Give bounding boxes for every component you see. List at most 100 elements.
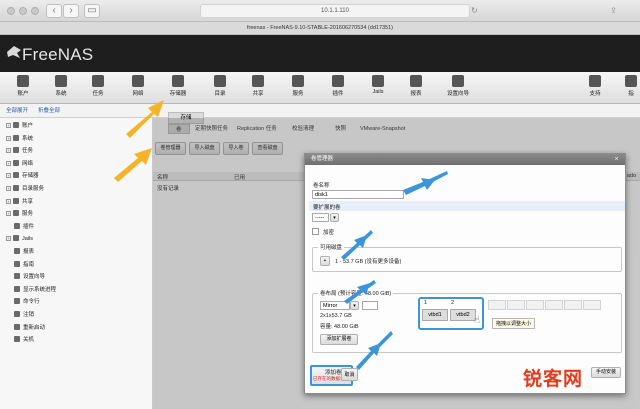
- puzzle-icon: [332, 75, 344, 87]
- encrypt-checkbox[interactable]: [312, 228, 319, 235]
- toolbar-item-label: 设置向导: [446, 91, 469, 97]
- chevron-down-icon[interactable]: ▾: [330, 213, 339, 222]
- close-icon[interactable]: ×: [612, 155, 621, 164]
- sidebar-item-10[interactable]: 报表: [14, 248, 34, 256]
- toolbar-right-item-1[interactable]: 指: [622, 74, 640, 102]
- sidebar-item-label: 网络: [22, 160, 34, 167]
- expand-icon[interactable]: +: [6, 135, 11, 141]
- expand-all-link[interactable]: 全部展开: [6, 106, 28, 114]
- sidebar-item-16[interactable]: 重新启动: [14, 323, 46, 332]
- expand-icon[interactable]: +: [6, 173, 11, 179]
- share-icon: [252, 75, 264, 87]
- sidebar-item-label: 账户: [22, 123, 34, 129]
- annotation-arrow-disks-icon: [341, 230, 373, 260]
- minimize-window-icon[interactable]: [19, 7, 27, 15]
- forward-icon[interactable]: ›: [63, 4, 79, 18]
- sidebar-item-12[interactable]: 设置向导: [14, 273, 45, 281]
- add-volume-label: 添加卷: [325, 370, 342, 376]
- wrench-icon: [589, 75, 601, 87]
- sidebar-icon[interactable]: ▭: [84, 4, 100, 18]
- toolbar-item-10[interactable]: 报表: [398, 74, 434, 102]
- sidebar-item-4[interactable]: + 存储器: [6, 172, 39, 180]
- drag-handle-icon[interactable]: ☝: [474, 315, 480, 326]
- sidebar-item-2[interactable]: + 任务: [6, 147, 33, 155]
- sidebar-item-label: 插件: [23, 223, 35, 230]
- toolbar-item-5[interactable]: 目录: [202, 74, 238, 102]
- annotation-arrow-layout-icon: [344, 280, 376, 304]
- toolbar-item-11[interactable]: 设置向导: [440, 74, 476, 102]
- sidebar-item-icon: [14, 260, 20, 267]
- toolbar-right-item-label: 指: [628, 91, 634, 97]
- toolbar-item-2[interactable]: 任务: [80, 74, 116, 102]
- sidebar-item-8[interactable]: 插件: [14, 222, 35, 231]
- chart-icon: [410, 75, 422, 87]
- sidebar-item-label: 重新启动: [23, 324, 46, 331]
- disk-vtbd2[interactable]: vtbd2: [450, 309, 476, 321]
- sidebar-item-label: 显示系统进程: [23, 286, 57, 293]
- sidebar-item-5[interactable]: + 目录服务: [6, 185, 44, 193]
- grid-column-2: 2: [451, 300, 455, 306]
- sidebar-item-icon: [14, 285, 20, 292]
- sidebar-item-13[interactable]: 显示系统进程: [14, 285, 57, 294]
- toolbar-item-1[interactable]: 系统: [43, 74, 79, 102]
- disk-vtbd1[interactable]: vtbd1: [422, 309, 448, 321]
- sidebar-item-17[interactable]: 关机: [14, 336, 34, 344]
- url-bar[interactable]: 10.1.1.110: [200, 4, 470, 18]
- layout-detail-text: 2x1x53.7 GB: [320, 313, 352, 319]
- directory-icon: [214, 75, 226, 87]
- manual-setup-button[interactable]: 手动安装: [591, 367, 621, 378]
- share-page-icon[interactable]: ⇪: [610, 6, 617, 15]
- sidebar-item-11[interactable]: 指南: [14, 260, 34, 269]
- sidebar-item-label: Jails: [22, 236, 34, 243]
- sidebar-item-15[interactable]: 注销: [14, 311, 34, 319]
- expand-icon[interactable]: +: [6, 211, 11, 217]
- empty-grid-cell[interactable]: [583, 300, 601, 310]
- expand-icon[interactable]: +: [6, 236, 11, 242]
- extend-volume-select[interactable]: -----: [312, 213, 329, 222]
- toolbar-item-7[interactable]: 服务: [280, 74, 316, 102]
- wizard-icon: [452, 75, 464, 87]
- toolbar-item-9[interactable]: Jails: [360, 74, 396, 102]
- empty-grid-cell[interactable]: [526, 300, 544, 310]
- sidebar-item-6[interactable]: + 共享: [6, 197, 33, 206]
- empty-grid-cell[interactable]: [488, 300, 506, 310]
- annotation-arrow-name-icon: [403, 171, 448, 195]
- sidebar-item-14[interactable]: 命令行: [14, 298, 40, 306]
- extend-volume-label: 要扩展的卷: [313, 205, 341, 211]
- expand-icon[interactable]: +: [6, 148, 11, 154]
- sidebar-item-label: 任务: [22, 148, 34, 155]
- reload-icon[interactable]: ↻: [471, 6, 478, 15]
- sidebar-item-9[interactable]: + Jails: [6, 235, 33, 243]
- toolbar-item-6[interactable]: 共享: [240, 74, 276, 102]
- toolbar-item-0[interactable]: 账户: [5, 74, 41, 102]
- empty-grid-cell[interactable]: [545, 300, 563, 310]
- brand-bar: [0, 35, 640, 72]
- zoom-window-icon[interactable]: [31, 7, 39, 15]
- expand-icon[interactable]: +: [6, 123, 11, 128]
- volume-name-label: 卷名称: [313, 183, 330, 189]
- expand-icon[interactable]: +: [6, 186, 11, 191]
- volume-name-input[interactable]: disk1: [312, 190, 404, 199]
- sidebar-item-3[interactable]: + 网络: [6, 159, 34, 168]
- sidebar-item-label: 注销: [23, 312, 35, 318]
- sidebar-item-label: 关机: [23, 337, 35, 344]
- sidebar-item-7[interactable]: + 服务: [6, 210, 33, 218]
- add-disk-button[interactable]: +: [320, 256, 330, 266]
- empty-grid-cell[interactable]: [564, 300, 582, 310]
- sidebar-item-icon: [13, 235, 19, 242]
- expand-icon[interactable]: +: [6, 160, 11, 166]
- sidebar-item-1[interactable]: + 系统: [6, 134, 33, 143]
- browser-tab-title[interactable]: freenas - FreeNAS-9.10-STABLE-2016062705…: [0, 22, 640, 35]
- sidebar-item-icon: [13, 159, 19, 166]
- toolbar-item-label: 任务: [92, 91, 104, 97]
- sidebar-item-0[interactable]: + 账户: [6, 122, 33, 130]
- collapse-all-link[interactable]: 折叠全部: [38, 106, 60, 114]
- sidebar-item-icon: [14, 248, 20, 254]
- watermark-text: 锐客网: [523, 369, 584, 390]
- expand-icon[interactable]: +: [6, 198, 11, 204]
- back-icon[interactable]: ‹: [46, 4, 62, 18]
- empty-grid-cell[interactable]: [507, 300, 525, 310]
- close-window-icon[interactable]: [7, 7, 15, 15]
- toolbar-right-item-0[interactable]: 支持: [586, 74, 604, 102]
- toolbar-item-8[interactable]: 插件: [320, 74, 356, 102]
